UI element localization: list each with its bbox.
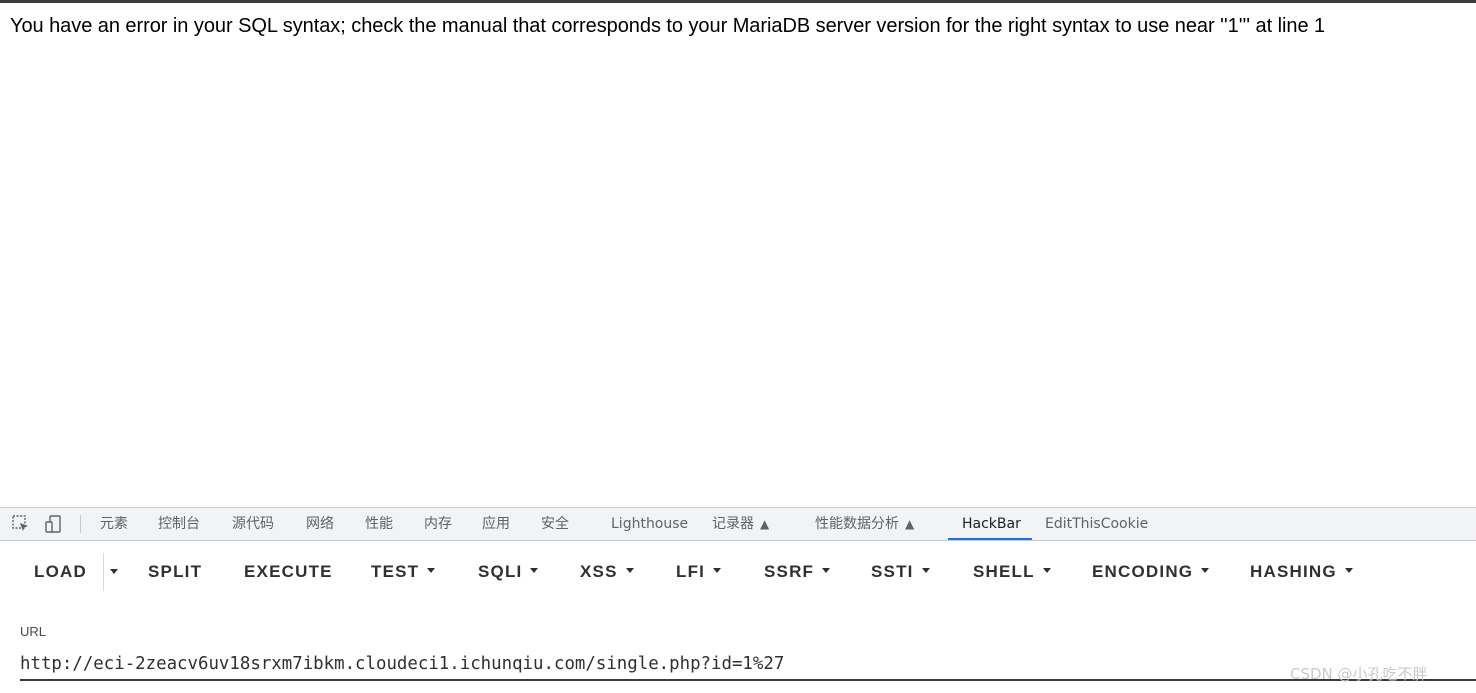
- url-field-label: URL: [20, 624, 47, 639]
- ssti-label: SSTI: [871, 562, 914, 581]
- page-content: You have an error in your SQL syntax; ch…: [0, 3, 1476, 507]
- encoding-menu-button[interactable]: ENCODING: [1092, 558, 1210, 586]
- chevron-down-icon: [1344, 568, 1353, 574]
- chevron-down-icon: [1042, 568, 1051, 574]
- chevron-down-icon: [713, 568, 722, 574]
- tab-application[interactable]: 应用: [482, 508, 510, 541]
- tab-performance-insights[interactable]: 性能数据分析 ▲: [815, 508, 914, 541]
- tab-lighthouse[interactable]: Lighthouse: [611, 508, 688, 541]
- hashing-label: HASHING: [1250, 562, 1337, 581]
- chevron-down-icon: [625, 568, 634, 574]
- xss-menu-button[interactable]: XSS: [580, 558, 634, 586]
- tab-recorder-label: 记录器: [712, 516, 754, 532]
- toolbar-divider: [80, 515, 81, 533]
- load-dropdown-icon[interactable]: [110, 569, 118, 574]
- hackbar-panel: LOAD SPLIT EXECUTE TEST SQLI XSS LFI SSR…: [0, 541, 1476, 693]
- ssti-menu-button[interactable]: SSTI: [871, 558, 930, 586]
- split-button[interactable]: SPLIT: [148, 558, 202, 586]
- lfi-menu-button[interactable]: LFI: [676, 558, 722, 586]
- sqli-menu-button[interactable]: SQLI: [478, 558, 539, 586]
- tab-security[interactable]: 安全: [541, 508, 569, 541]
- csdn-watermark: CSDN @小孔吃不胖: [1290, 665, 1428, 683]
- tab-console[interactable]: 控制台: [158, 508, 200, 541]
- test-label: TEST: [371, 562, 420, 581]
- xss-label: XSS: [580, 562, 618, 581]
- tab-network[interactable]: 网络: [306, 508, 334, 541]
- device-toolbar-icon[interactable]: [43, 514, 65, 534]
- chevron-down-icon: [530, 568, 539, 574]
- tab-performance-insights-label: 性能数据分析: [815, 516, 899, 532]
- execute-button[interactable]: EXECUTE: [244, 558, 333, 586]
- sql-error-message: You have an error in your SQL syntax; ch…: [10, 15, 1326, 37]
- test-menu-button[interactable]: TEST: [371, 558, 436, 586]
- devtools-tab-bar: 元素 控制台 源代码 网络 性能 内存 应用 安全 Lighthouse 记录器…: [0, 507, 1476, 541]
- encoding-label: ENCODING: [1092, 562, 1194, 581]
- tab-hackbar[interactable]: HackBar: [962, 508, 1021, 541]
- ssrf-menu-button[interactable]: SSRF: [764, 558, 831, 586]
- shell-menu-button[interactable]: SHELL: [973, 558, 1051, 586]
- inspect-element-icon[interactable]: [10, 514, 32, 534]
- sqli-label: SQLI: [478, 562, 523, 581]
- tab-recorder[interactable]: 记录器 ▲: [712, 508, 769, 541]
- hashing-menu-button[interactable]: HASHING: [1250, 558, 1353, 586]
- url-input[interactable]: [20, 649, 1476, 681]
- active-tab-indicator: [948, 538, 1032, 540]
- shell-label: SHELL: [973, 562, 1035, 581]
- ssrf-label: SSRF: [764, 562, 815, 581]
- chevron-down-icon: [822, 568, 831, 574]
- load-button[interactable]: LOAD: [34, 558, 87, 586]
- tab-performance[interactable]: 性能: [365, 508, 393, 541]
- tab-memory[interactable]: 内存: [424, 508, 452, 541]
- chevron-down-icon: [921, 568, 930, 574]
- tab-elements[interactable]: 元素: [100, 508, 128, 541]
- tab-editthiscookie[interactable]: EditThisCookie: [1045, 508, 1148, 541]
- chevron-down-icon: [427, 568, 436, 574]
- tab-sources[interactable]: 源代码: [232, 508, 274, 541]
- experiment-flask-icon: ▲: [905, 517, 915, 531]
- load-button-divider: [103, 553, 104, 591]
- lfi-label: LFI: [676, 562, 706, 581]
- experiment-flask-icon: ▲: [760, 517, 770, 531]
- chevron-down-icon: [1201, 568, 1210, 574]
